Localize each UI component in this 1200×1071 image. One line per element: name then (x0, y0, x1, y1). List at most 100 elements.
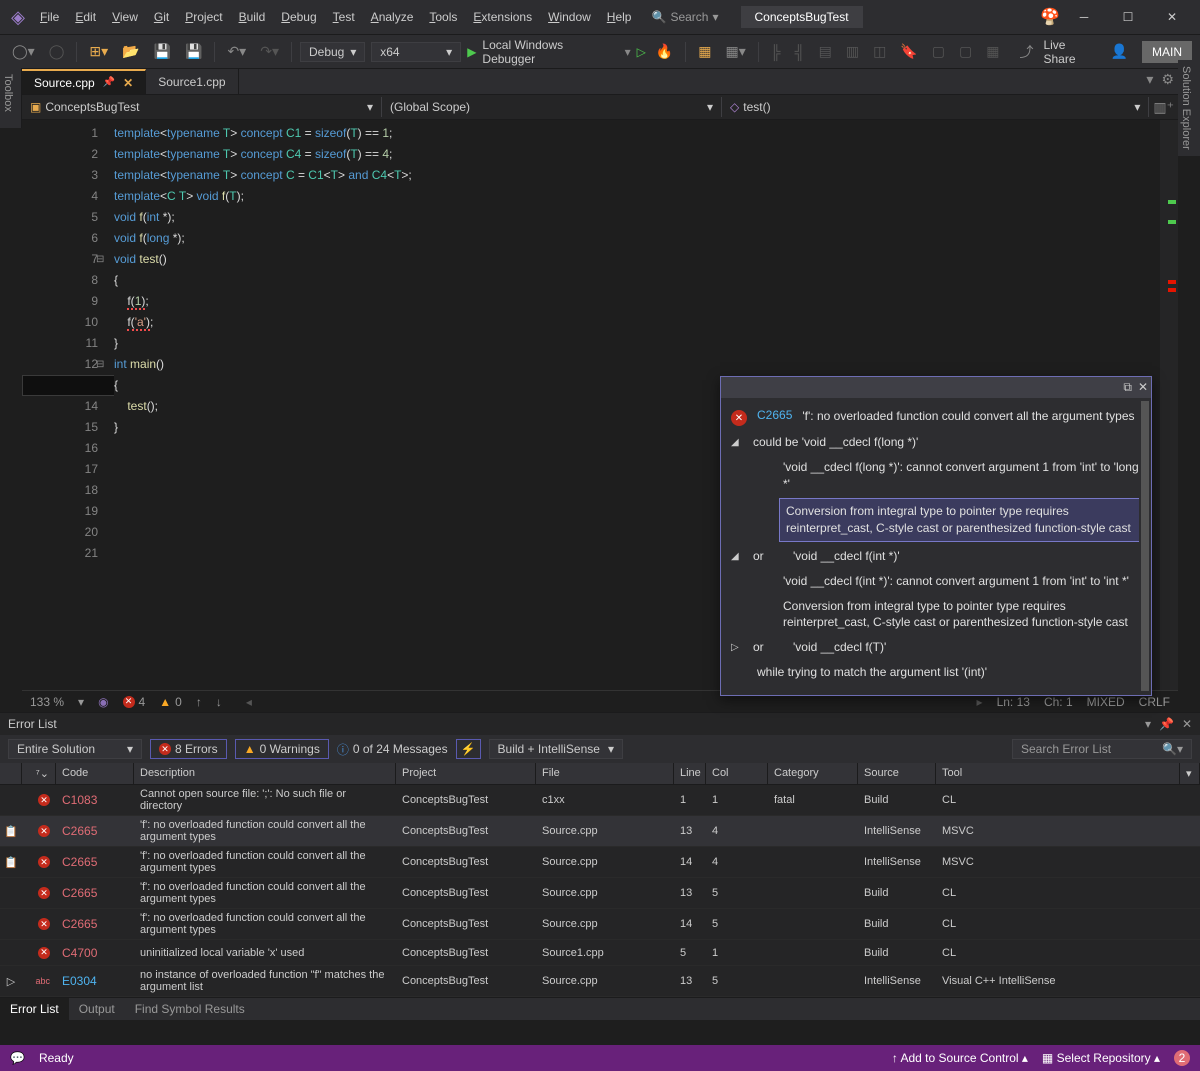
error-row[interactable]: ▷abcE0304no instance of overloaded funct… (0, 966, 1200, 997)
menu-file[interactable]: File (32, 6, 67, 28)
expand-icon[interactable]: ◢ (731, 551, 743, 562)
platform-combo[interactable]: x64▾ (371, 42, 461, 62)
nav-scope[interactable]: (Global Scope)▾ (382, 97, 722, 117)
menu-edit[interactable]: Edit (67, 6, 104, 28)
save-icon[interactable]: 💾 (150, 41, 175, 62)
toolbox-tab[interactable]: Toolbox (0, 68, 22, 128)
titlebar: ◈ FileEditViewGitProjectBuildDebugTestAn… (0, 0, 1200, 34)
down-icon[interactable]: ↓ (216, 695, 222, 709)
up-icon[interactable]: ↑ (196, 695, 202, 709)
close-button[interactable]: ✕ (1152, 4, 1192, 30)
menu-build[interactable]: Build (231, 6, 274, 28)
nav-func[interactable]: ◇test()▾ (722, 97, 1149, 117)
menu-extensions[interactable]: Extensions (465, 6, 540, 28)
error-search[interactable]: Search Error List🔍▾ (1012, 739, 1192, 759)
source-control[interactable]: ↑ Add to Source Control ▴ (892, 1051, 1028, 1065)
menu-analyze[interactable]: Analyze (363, 6, 422, 28)
layout2-icon[interactable]: ▦▾ (722, 41, 750, 62)
col-indicator[interactable]: Ch: 1 (1044, 695, 1073, 709)
expand-icon[interactable]: ▷ (731, 642, 743, 653)
marker-bar[interactable] (1160, 120, 1178, 690)
error-tooltip: ⧉ ✕ ✕ C2665 'f': no overloaded function cou… (720, 376, 1152, 696)
mode-indicator[interactable]: MIXED (1087, 695, 1125, 709)
error-row[interactable]: ✕C4700uninitialized local variable 'x' u… (0, 940, 1200, 966)
error-row[interactable]: ✕C2665'f': no overloaded function could … (0, 909, 1200, 940)
liveshare-icon[interactable]: ⤴ (1015, 40, 1037, 64)
panel-title: Error List (8, 717, 57, 731)
error-grid: ⁷⌄ Code Description Project File Line Co… (0, 763, 1200, 997)
tab-settings-icon[interactable]: ⚙ (1157, 69, 1178, 94)
solution-explorer-tab[interactable]: Solution Explorer (1178, 60, 1200, 156)
health-icon[interactable]: ◉ (98, 695, 108, 709)
nav-project[interactable]: ▣ConceptsBugTest▾ (22, 97, 382, 117)
bottom-tab[interactable]: Find Symbol Results (125, 998, 255, 1020)
tt-highlight: Conversion from integral type to pointer… (779, 498, 1141, 542)
layout-icon[interactable]: ▦ (694, 41, 715, 62)
file-tab[interactable]: Source.cpp📌✕ (22, 69, 146, 94)
play-noattach-icon[interactable]: ▷ (637, 45, 646, 59)
menu-help[interactable]: Help (599, 6, 640, 28)
open-icon[interactable]: 📂 (118, 41, 143, 62)
nav-back-icon[interactable]: ◯▾ (8, 41, 39, 62)
messages-filter[interactable]: ⓘ0 of 24 Messages (337, 741, 448, 758)
warnings-filter[interactable]: ▲0 Warnings (235, 739, 329, 759)
redo-icon[interactable]: ↷▾ (256, 41, 283, 62)
feedback-icon[interactable]: 👤 (1107, 41, 1132, 62)
maximize-button[interactable]: ☐ (1108, 4, 1148, 30)
nav-bar: ▣ConceptsBugTest▾ (Global Scope)▾ ◇test(… (22, 94, 1178, 120)
account-icon[interactable]: 🍄 (1040, 7, 1060, 27)
expand-icon[interactable]: ◢ (731, 437, 743, 448)
debugger-label[interactable]: Local Windows Debugger (482, 38, 618, 66)
config-combo[interactable]: Debug▾ (300, 42, 365, 62)
tt-code: C2665 (757, 408, 792, 422)
nav-fwd-icon[interactable]: ◯ (45, 41, 69, 62)
menu-git[interactable]: Git (146, 6, 177, 28)
menu-tools[interactable]: Tools (421, 6, 465, 28)
bottom-tab[interactable]: Output (69, 998, 125, 1020)
menu-project[interactable]: Project (177, 6, 230, 28)
minimize-button[interactable]: ─ (1064, 4, 1104, 30)
split-icon[interactable]: ▥⁺ (1149, 97, 1178, 118)
copilot-icon[interactable]: ⚡ (456, 739, 481, 759)
panel-close-icon[interactable]: ✕ (1182, 717, 1192, 731)
error-row[interactable]: ✕C1083Cannot open source file: ';': No s… (0, 785, 1200, 816)
file-tabs: Source.cpp📌✕Source1.cpp ▾ ⚙ (22, 68, 1178, 94)
repo-select[interactable]: ▦ Select Repository ▴ (1042, 1051, 1160, 1065)
search-box[interactable]: 🔍 Search ▾ (643, 8, 726, 26)
popup-expand-icon[interactable]: ⧉ (1123, 380, 1132, 395)
notifications-icon[interactable]: 2 (1174, 1050, 1190, 1066)
warning-count[interactable]: ▲0 (159, 695, 182, 709)
popup-close-icon[interactable]: ✕ (1138, 380, 1148, 395)
error-list-panel: Error List ▾ 📌 ✕ Entire Solution▾ ✕8 Error… (0, 712, 1200, 1020)
tt-msg: 'f': no overloaded function could conver… (802, 408, 1134, 425)
error-row[interactable]: 📋✕C2665'f': no overloaded function could… (0, 847, 1200, 878)
menu-view[interactable]: View (104, 6, 146, 28)
menu-debug[interactable]: Debug (273, 6, 324, 28)
file-tab[interactable]: Source1.cpp (146, 69, 238, 94)
error-count[interactable]: ✕4 (123, 695, 146, 709)
panel-pin-icon[interactable]: 📌 (1159, 717, 1174, 731)
tooltip-scrollbar[interactable] (1139, 399, 1151, 695)
zoom-level[interactable]: 133 % (30, 695, 64, 709)
scope-combo[interactable]: Entire Solution▾ (8, 739, 142, 759)
editor[interactable]: 123456789101112131415161718192021 templa… (22, 120, 1178, 690)
liveshare-label[interactable]: Live Share (1043, 38, 1100, 66)
tab-dropdown-icon[interactable]: ▾ (1142, 69, 1157, 94)
errors-filter[interactable]: ✕8 Errors (150, 739, 227, 759)
undo-icon[interactable]: ↶▾ (223, 41, 250, 62)
play-icon[interactable]: ▶ (467, 45, 476, 59)
error-row[interactable]: ✕C2665'f': no overloaded function could … (0, 878, 1200, 909)
new-item-icon[interactable]: ⊞▾ (85, 41, 112, 62)
menu-window[interactable]: Window (540, 6, 599, 28)
menu-test[interactable]: Test (325, 6, 363, 28)
line-indicator[interactable]: Ln: 13 (997, 695, 1030, 709)
panel-dropdown-icon[interactable]: ▾ (1145, 717, 1151, 731)
output-icon[interactable]: 💬 (10, 1051, 25, 1065)
source-filter-combo[interactable]: Build + IntelliSense▾ (489, 739, 623, 759)
bottom-tab[interactable]: Error List (0, 998, 69, 1020)
eol-indicator[interactable]: CRLF (1139, 695, 1170, 709)
attach-icon[interactable]: 🔥 (652, 41, 677, 62)
save-all-icon[interactable]: 💾 (181, 41, 206, 62)
error-row[interactable]: 📋✕C2665'f': no overloaded function could… (0, 816, 1200, 847)
error-icon: ✕ (731, 410, 747, 426)
